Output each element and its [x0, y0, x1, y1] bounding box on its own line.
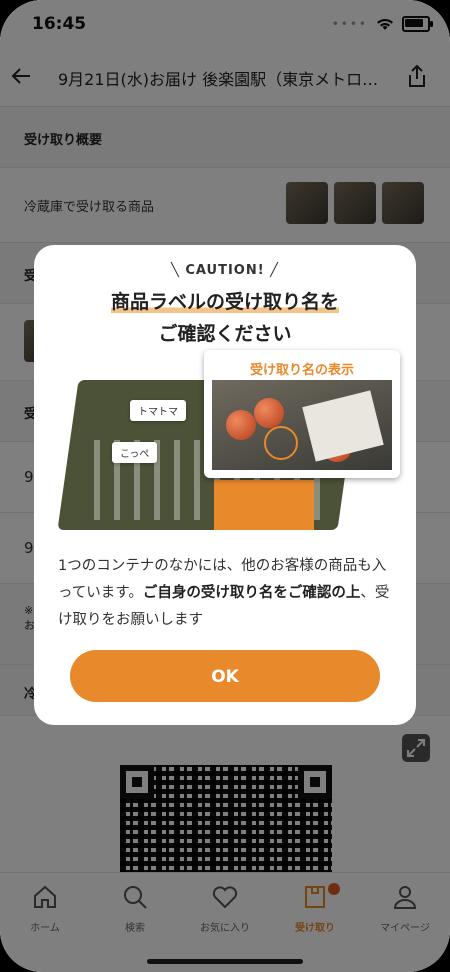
modal-caution-label: ╲ CAUTION! ╱ — [170, 263, 280, 278]
highlight-circle — [264, 426, 298, 460]
tomato-image — [226, 410, 256, 440]
body-text-bold: ご自身の受け取り名をご確認の上 — [142, 585, 361, 601]
inset-photo — [212, 380, 392, 470]
caution-modal: ╲ CAUTION! ╱ 商品ラベルの受け取り名を ご確認ください トマトマ こ… — [34, 245, 416, 725]
name-display-inset: 受け取り名の表示 — [204, 350, 400, 478]
ok-button[interactable]: OK — [70, 650, 380, 702]
tomato-image — [254, 398, 284, 428]
phone-screen: 16:45 •••• 9月21日(水)お届け 後楽園駅（東京メトロ… 受け取り概… — [0, 0, 450, 972]
container-illustration: トマトマ こっぺ 受け取り名の表示 — [34, 350, 416, 530]
name-tag: こっぺ — [112, 442, 158, 463]
orange-package — [214, 480, 314, 530]
caution-text: CAUTION! — [185, 263, 265, 278]
modal-title-line2: ご確認ください — [158, 323, 292, 345]
modal-title-line1: 商品ラベルの受け取り名を — [34, 287, 416, 314]
modal-body-text: 1つのコンテナのなかには、他のお客様の商品も入っています。ご自身の受け取り名をご… — [58, 553, 398, 634]
home-indicator — [147, 959, 303, 964]
modal-title-highlight: 商品ラベルの受け取り名を — [110, 291, 339, 313]
name-tag: トマトマ — [130, 400, 186, 421]
label-pack — [302, 390, 384, 462]
inset-title: 受け取り名の表示 — [249, 363, 354, 378]
